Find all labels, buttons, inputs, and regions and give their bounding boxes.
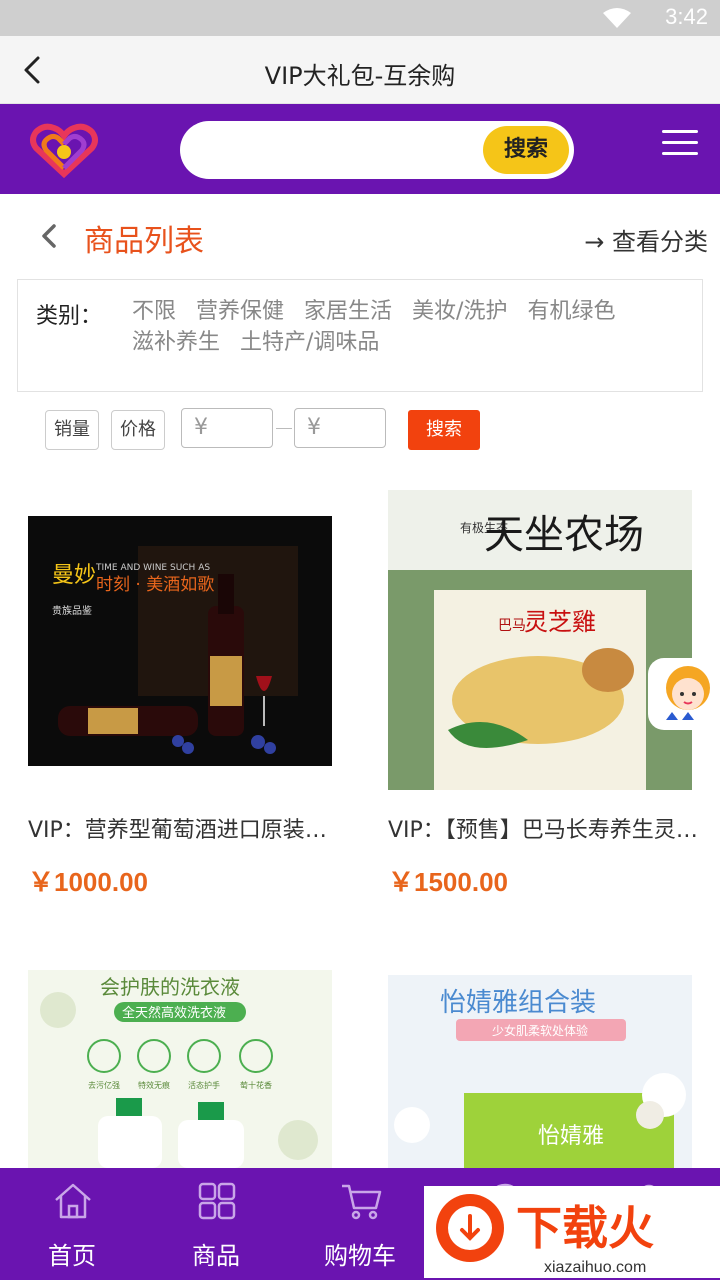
nav-products[interactable]: 商品 (146, 1168, 286, 1280)
status-bar: 3:42 (0, 0, 720, 36)
customer-service-avatar-icon[interactable] (648, 658, 720, 730)
product-price: ￥1500.00 (388, 867, 508, 897)
product-card[interactable]: 会护肤的洗衣液 全天然高效洗衣液 去污亿强 特效无痕 活态护手 萄十花香 (28, 970, 332, 1170)
min-price-input[interactable]: ¥ (181, 408, 273, 448)
view-category-link[interactable]: → 查看分类 (584, 222, 708, 257)
product-image-text: 会护肤的洗衣液 (100, 975, 240, 999)
product-image-text: 全天然高效洗衣液 (122, 1005, 226, 1021)
category-option[interactable]: 美妆/洗护 (412, 296, 507, 327)
category-label: 类别： (36, 304, 103, 329)
search-button[interactable]: 搜索 (483, 126, 569, 174)
nav-cart-label: 购物车 (324, 1242, 396, 1270)
category-option[interactable]: 滋补养生 (132, 327, 220, 358)
watermark-brand: 下载火 (516, 1201, 654, 1255)
product-image-text: 少女肌柔软处体验 (492, 1023, 588, 1038)
sort-sales-button[interactable]: 销量 (45, 410, 99, 450)
product-image-text: 怡婧雅 (538, 1124, 604, 1149)
nav-home-label: 首页 (48, 1242, 96, 1270)
status-time: 3:42 (665, 4, 708, 29)
product-image-text: 灵芝雞 (524, 608, 596, 636)
max-price-input[interactable]: ¥ (294, 408, 386, 448)
home-icon (55, 1183, 91, 1219)
product-image-text: 特效无痕 (138, 1080, 170, 1090)
product-image-text: 怡婧雅组合装 (440, 988, 596, 1018)
product-image-text: 天坐农场 (484, 512, 644, 558)
cart-icon (342, 1184, 382, 1220)
nav-cart[interactable]: 购物车 (290, 1168, 430, 1280)
filter-search-button[interactable]: 搜索 (408, 410, 480, 450)
wifi-icon (603, 8, 631, 28)
price-range-dash (276, 428, 292, 429)
product-image[interactable]: 怡婧雅组合装 少女肌柔软处体验 怡婧雅 (388, 975, 692, 1168)
watermark: 下载火 xiazaihuo.com (424, 1186, 720, 1278)
product-title[interactable]: VIP：营养型葡萄酒进口原装法国红酒 (28, 812, 338, 844)
product-image[interactable]: 会护肤的洗衣液 全天然高效洗衣液 去污亿强 特效无痕 活态护手 萄十花香 (28, 970, 332, 1168)
product-title[interactable]: VIP：【预售】巴马长寿养生灵芝鸡 (388, 812, 698, 844)
section-header: 商品列表 → 查看分类 (0, 194, 720, 278)
app-header: 搜索 (0, 104, 720, 194)
product-price: ￥1000.00 (28, 867, 148, 897)
product-card[interactable]: 怡婧雅组合装 少女肌柔软处体验 怡婧雅 (388, 975, 692, 1170)
product-image[interactable]: 有极生态 天坐农场 巴马 灵芝雞 (388, 490, 692, 790)
chevron-left-icon[interactable] (36, 220, 64, 252)
product-image-text: 时刻 · 美酒如歌 (96, 575, 214, 595)
search-box: 搜索 (180, 121, 574, 179)
product-image-text: 活态护手 (188, 1080, 220, 1090)
page-title: VIP大礼包-互余购 (264, 62, 456, 90)
filter-row: 销量 价格 ¥ ¥ 搜索 (0, 406, 720, 456)
product-image-text: 贵族品鉴 (52, 604, 92, 617)
category-option[interactable]: 有机绿色 (527, 296, 615, 327)
nav-products-label: 商品 (192, 1242, 240, 1270)
product-image-text: TIME AND WINE SUCH AS (95, 563, 210, 573)
product-image-text: 曼妙 (52, 563, 96, 588)
title-bar: VIP大礼包-互余购 (0, 36, 720, 104)
product-image-text: 去污亿强 (88, 1080, 120, 1090)
nav-home[interactable]: 首页 (2, 1168, 142, 1280)
category-option[interactable]: 不限 (132, 296, 176, 327)
search-input[interactable] (200, 133, 470, 167)
section-heading: 商品列表 (84, 224, 204, 259)
watermark-url: xiazaihuo.com (544, 1259, 646, 1276)
grid-icon (198, 1182, 236, 1220)
category-option[interactable]: 营养保健 (196, 296, 284, 327)
category-option[interactable]: 土特产/调味品 (240, 327, 379, 358)
product-image-text: 巴马 (498, 618, 526, 634)
category-filter: 类别： 不限 营养保健 家居生活 美妆/洗护 有机绿色滋补养生 土特产/调味品 (17, 279, 703, 392)
product-image-text: 萄十花香 (240, 1080, 272, 1090)
product-card[interactable]: 曼妙 时刻 · 美酒如歌 TIME AND WINE SUCH AS 贵族品鉴 … (28, 490, 338, 910)
logo[interactable] (28, 122, 100, 180)
product-card[interactable]: 有极生态 天坐农场 巴马 灵芝雞 VIP：【预售】巴马长寿养生灵芝鸡 ￥1500… (388, 490, 698, 910)
category-option[interactable]: 家居生活 (304, 296, 392, 327)
product-image[interactable]: 曼妙 时刻 · 美酒如歌 TIME AND WINE SUCH AS 贵族品鉴 (28, 516, 332, 766)
category-options: 不限 营养保健 家居生活 美妆/洗护 有机绿色滋补养生 土特产/调味品 (132, 296, 692, 358)
menu-icon[interactable] (662, 130, 698, 158)
sort-price-button[interactable]: 价格 (111, 410, 165, 450)
